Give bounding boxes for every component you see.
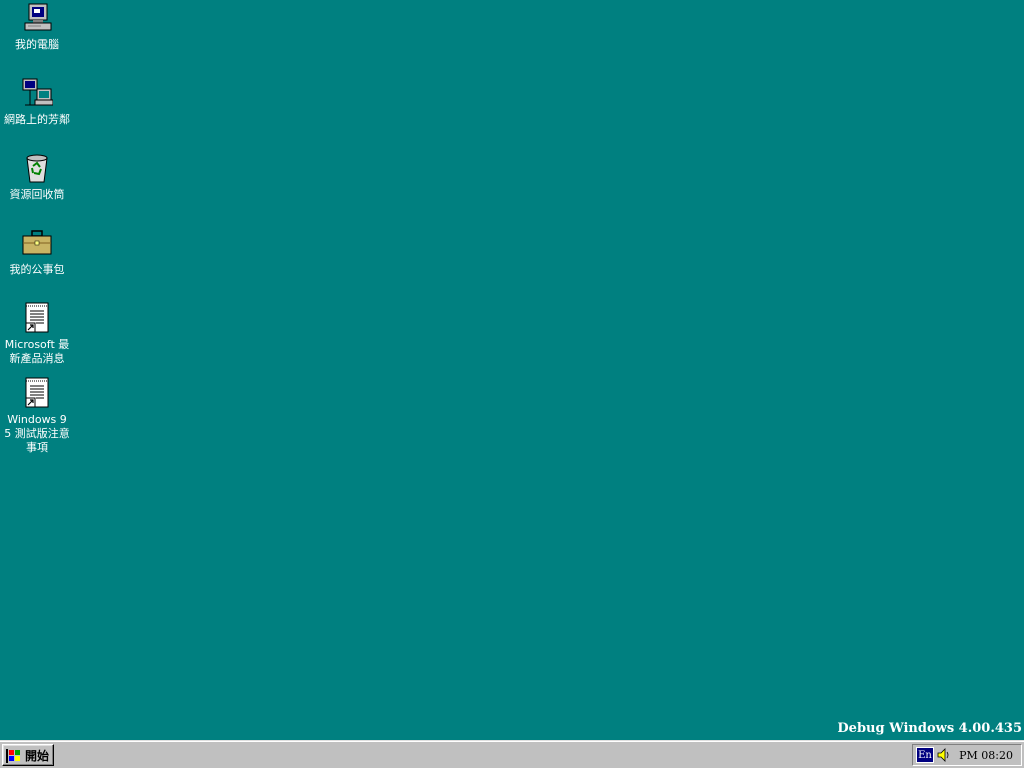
desktop-icon-label: 我的公事包	[9, 263, 65, 276]
recycle-bin-icon	[21, 152, 53, 184]
system-tray: En PM 08:20	[912, 744, 1022, 766]
taskbar-clock[interactable]: PM 08:20	[959, 749, 1013, 762]
briefcase-icon	[21, 227, 53, 259]
document-shortcut-icon	[21, 377, 53, 409]
desktop-icon-label: Windows 95 測試版注意事項	[4, 413, 70, 454]
desktop[interactable]: 我的電腦 網路上的芳鄰 資源回收筒 我的公事包 Microsoft 最新產品消息…	[0, 0, 1024, 740]
debug-version-watermark: Debug Windows 4.00.435	[837, 721, 1022, 736]
desktop-icon-label: Microsoft 最新產品消息	[4, 338, 70, 365]
desktop-icon-recycle-bin[interactable]: 資源回收筒	[4, 152, 70, 202]
desktop-icon-label: 資源回收筒	[9, 188, 65, 201]
desktop-icon-network-neighborhood[interactable]: 網路上的芳鄰	[4, 77, 70, 127]
network-icon	[21, 77, 54, 109]
document-shortcut-icon	[21, 302, 53, 334]
taskbar: 開始 En PM 08:20	[0, 740, 1024, 768]
windows-logo-icon	[6, 748, 22, 763]
start-button[interactable]: 開始	[2, 744, 54, 766]
ime-indicator[interactable]: En	[916, 747, 934, 763]
desktop-icon-label: 我的電腦	[15, 38, 59, 51]
start-button-label: 開始	[25, 748, 50, 763]
desktop-icon-windows95-notes[interactable]: Windows 95 測試版注意事項	[4, 377, 70, 455]
computer-icon	[21, 2, 53, 34]
desktop-icon-microsoft-news[interactable]: Microsoft 最新產品消息	[4, 302, 70, 366]
desktop-icon-my-computer[interactable]: 我的電腦	[4, 2, 70, 52]
speaker-icon[interactable]	[936, 747, 952, 763]
desktop-icon-label: 網路上的芳鄰	[4, 113, 70, 126]
desktop-icon-my-briefcase[interactable]: 我的公事包	[4, 227, 70, 277]
